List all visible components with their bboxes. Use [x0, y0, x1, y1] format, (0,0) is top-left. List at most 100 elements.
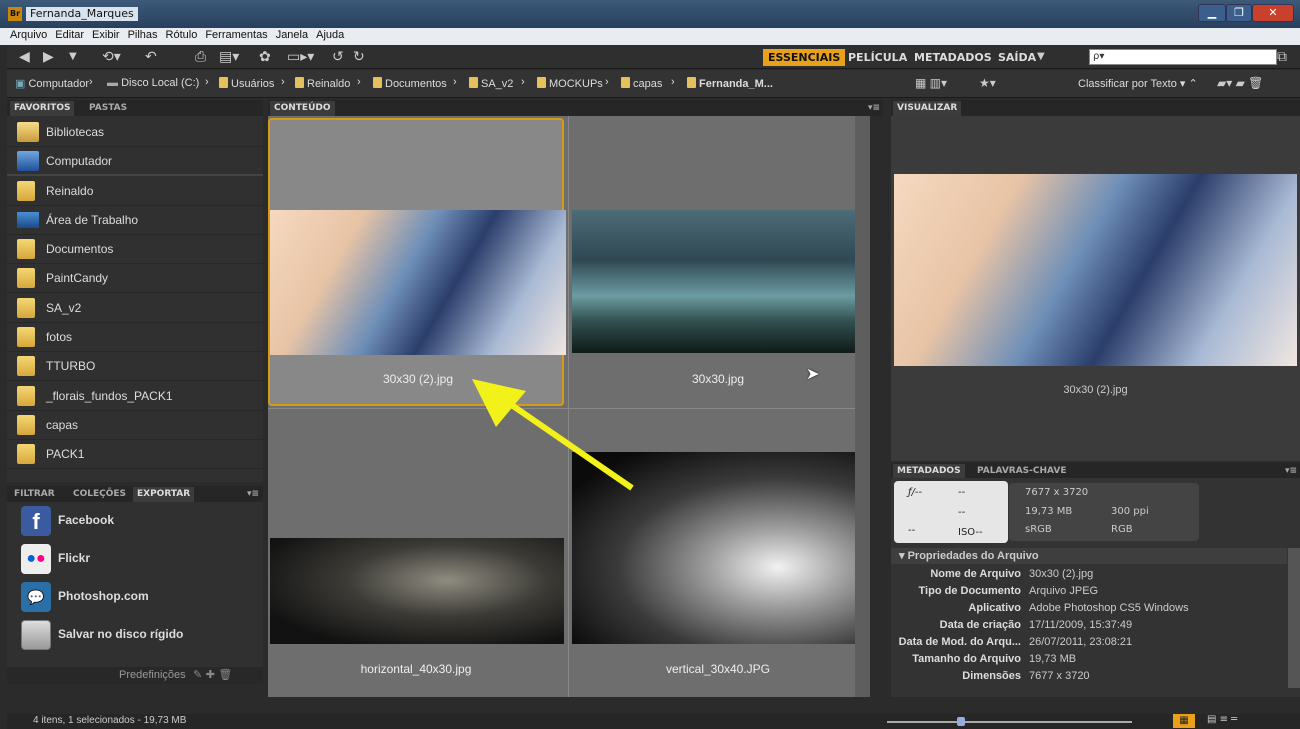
crumb-current[interactable]: Fernanda_M... — [687, 77, 773, 90]
fav-area-de-trabalho[interactable]: Área de Trabalho — [7, 206, 263, 235]
breadcrumb: ▣ Computador › ▬ Disco Local (C:) › Usuá… — [7, 70, 1300, 98]
folder-icon — [219, 77, 228, 88]
workspace-saida[interactable]: SAÍDA — [993, 49, 1041, 66]
menu-exibir[interactable]: Exibir — [88, 28, 124, 42]
tab-metadados[interactable]: METADADOS — [893, 464, 965, 479]
search-input[interactable]: ρ▾ — [1089, 49, 1277, 65]
rotate-cw-icon[interactable]: ↻ — [353, 48, 365, 66]
grid-view-icon[interactable]: ▦ ▥▾ — [915, 74, 947, 92]
folder-icon — [469, 77, 478, 88]
workspace-dropdown-icon[interactable]: ▼ — [1037, 48, 1045, 66]
meta-row: Tipo de Documento Arquivo JPEG — [918, 585, 1099, 597]
open-recent-icon[interactable]: ▭▸▾ — [287, 48, 314, 66]
thumbnail-image — [270, 210, 566, 355]
export-facebook[interactable]: f Facebook — [7, 502, 263, 540]
back-arrow-icon[interactable]: ◀ — [19, 48, 30, 66]
folder-actions-icon[interactable]: ▰▾ ▰ 🗑 — [1217, 74, 1263, 92]
crumb-capas[interactable]: capas — [621, 77, 662, 90]
desktop-icon — [17, 212, 39, 228]
refine-icon[interactable]: ✿ — [259, 48, 271, 66]
thumbnail-size-slider[interactable] — [887, 721, 1132, 723]
tab-filtrar[interactable]: FILTRAR — [10, 487, 59, 502]
tab-colecoes[interactable]: COLEÇÕES — [69, 487, 130, 502]
fav-florais[interactable]: _florais_fundos_PACK1 — [7, 382, 263, 411]
export-panel: f Facebook ●● Flickr 💬 Photoshop.com Salvar… — [7, 502, 263, 684]
review-icon[interactable]: ▤▾ — [219, 48, 239, 66]
meta-panel-header: METADADOS PALAVRAS-CHAVE ▾≡ — [891, 463, 1300, 479]
fav-capas[interactable]: capas — [7, 411, 263, 440]
fav-paintcandy[interactable]: PaintCandy — [7, 264, 263, 293]
fav-pack1[interactable]: PACK1 — [7, 440, 263, 469]
edit-preset-icon[interactable]: ✎ ✚ 🗑 — [193, 668, 232, 681]
fav-bibliotecas[interactable]: Bibliotecas — [7, 118, 263, 147]
tab-palavras-chave[interactable]: PALAVRAS-CHAVE — [973, 464, 1071, 479]
folder-icon — [373, 77, 382, 88]
fav-computador[interactable]: Computador — [7, 147, 263, 176]
detail-view-icon[interactable]: ▤ ≡ ═ — [1207, 714, 1237, 725]
export-flickr[interactable]: ●● Flickr — [7, 540, 263, 578]
folder-icon — [17, 415, 35, 435]
camera-data-box: ƒ/-- -- -- -- ISO-- — [894, 481, 1008, 543]
tab-conteudo[interactable]: CONTEÚDO — [270, 101, 335, 116]
fav-sa-v2[interactable]: SA_v2 — [7, 294, 263, 323]
thumbnail-cell[interactable]: 30x30.jpg — [570, 118, 866, 406]
folder-icon — [17, 268, 35, 288]
export-photoshop-com[interactable]: 💬 Photoshop.com — [7, 578, 263, 616]
rotate-left-icon[interactable]: ↶ — [145, 48, 157, 66]
tab-favoritos[interactable]: FAVORITOS — [10, 101, 75, 116]
menu-ferramentas[interactable]: Ferramentas — [201, 28, 271, 42]
crumb-usuarios[interactable]: Usuários — [219, 77, 274, 90]
history-dropdown-icon[interactable]: ▼ — [69, 48, 77, 66]
sort-dropdown[interactable]: Classificar por Texto ▾ ⌃ — [1078, 77, 1198, 90]
menu-arquivo[interactable]: Arquivo — [0, 28, 51, 42]
minimize-button[interactable]: ▁ — [1198, 4, 1226, 22]
meta-menu-icon[interactable]: ▾≡ — [1281, 464, 1300, 479]
camera-import-icon[interactable]: ⎙ — [195, 48, 206, 66]
grid-view-button[interactable]: ▦ — [1173, 714, 1195, 728]
forward-arrow-icon[interactable]: ▶ — [43, 48, 54, 66]
maximize-button[interactable]: ❐ — [1226, 4, 1252, 22]
slider-handle[interactable] — [957, 717, 965, 726]
tab-pastas[interactable]: PASTAS — [85, 101, 131, 116]
tab-exportar[interactable]: EXPORTAR — [133, 487, 195, 502]
meta-scrollbar[interactable] — [1288, 548, 1300, 688]
title-bar: Br Fernanda_Marques ▁ ❐ ✕ — [0, 0, 1300, 28]
content-menu-icon[interactable]: ▾≡ — [864, 101, 884, 116]
crumb-sa-v2[interactable]: SA_v2 — [469, 77, 513, 90]
compact-mode-icon[interactable]: ⧉ — [1277, 48, 1287, 66]
rotate-ccw-icon[interactable]: ↺ — [332, 48, 344, 66]
fav-fotos[interactable]: fotos — [7, 323, 263, 352]
meta-row: Dimensões 7677 x 3720 — [962, 670, 1090, 682]
menu-ajuda[interactable]: Ajuda — [312, 28, 348, 42]
fav-reinaldo[interactable]: Reinaldo — [7, 177, 263, 206]
facebook-icon: f — [21, 506, 51, 536]
preview-image — [894, 174, 1297, 366]
export-hard-disk[interactable]: Salvar no disco rígido — [7, 616, 263, 654]
file-props-header[interactable]: ▾ Propriedades do Arquivo — [891, 548, 1287, 564]
folder-icon — [17, 327, 35, 347]
tab-visualizar[interactable]: VISUALIZAR — [893, 101, 962, 116]
menu-editar[interactable]: Editar — [51, 28, 88, 42]
fav-tturbo[interactable]: TTURBO — [7, 352, 263, 381]
menu-rotulo[interactable]: Rótulo — [162, 28, 202, 42]
menu-janela[interactable]: Janela — [272, 28, 312, 42]
crumb-reinaldo[interactable]: Reinaldo — [295, 77, 350, 90]
thumbnail-cell-selected[interactable]: 30x30 (2).jpg — [268, 118, 566, 406]
close-button[interactable]: ✕ — [1252, 4, 1294, 22]
workspace-metadados[interactable]: METADADOS — [909, 49, 997, 66]
crumb-computador[interactable]: ▣ Computador — [15, 77, 89, 90]
menu-pilhas[interactable]: Pilhas — [124, 28, 162, 42]
presets-label: Predefinições — [119, 669, 186, 681]
panel-menu-icon[interactable]: ▾≡ — [243, 487, 263, 502]
exposure-value: -- — [958, 507, 966, 518]
crumb-disco[interactable]: ▬ Disco Local (C:) — [107, 77, 199, 89]
aperture-value: ƒ/-- — [908, 487, 923, 498]
workspace-pelicula[interactable]: PELÍCULA — [843, 49, 912, 66]
content-scrollbar[interactable] — [855, 116, 870, 697]
fav-documentos[interactable]: Documentos — [7, 235, 263, 264]
boomerang-icon[interactable]: ⟲▾ — [102, 48, 121, 66]
workspace-essenciais[interactable]: ESSENCIAIS — [763, 49, 846, 66]
crumb-mockups[interactable]: MOCKUPs — [537, 77, 603, 90]
crumb-documentos[interactable]: Documentos — [373, 77, 447, 90]
star-filter-icon[interactable]: ★▾ — [979, 74, 996, 92]
